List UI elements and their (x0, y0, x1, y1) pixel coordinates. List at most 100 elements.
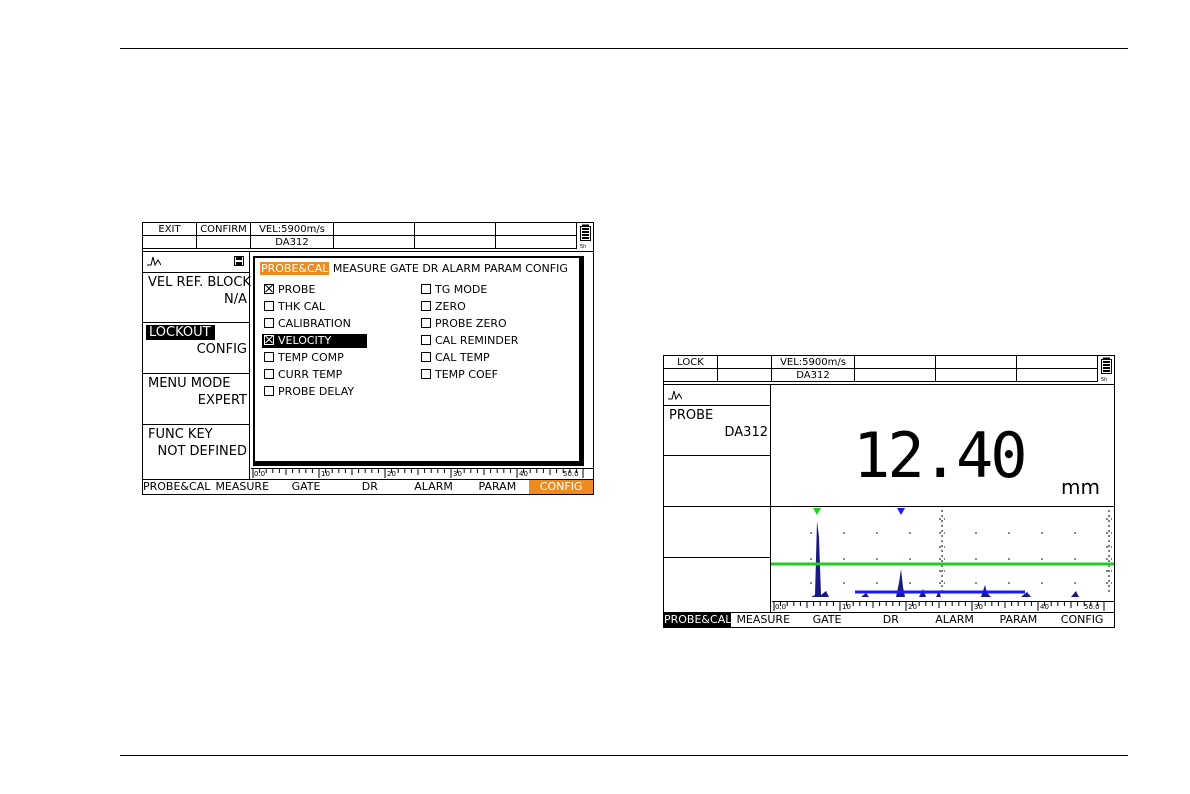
param-func-key[interactable]: FUNC KEY NOT DEFINED (143, 425, 249, 479)
checkbox-label: PROBE ZERO (435, 317, 507, 330)
svg-text:5h: 5h (1101, 377, 1107, 382)
menu-config[interactable]: CONFIG (529, 480, 594, 494)
checkbox-empty-icon (264, 301, 274, 311)
checkbox-empty-icon (421, 301, 431, 311)
velocity-readout: VEL:5900m/s (251, 223, 334, 236)
dialog-tab-config[interactable]: CONFIG (525, 262, 568, 275)
dialog-tab-probe-cal[interactable]: PROBE&CAL (260, 262, 330, 275)
header-slot (415, 223, 496, 236)
checkbox-label: THK CAL (278, 300, 326, 313)
menu-config[interactable]: CONFIG (1050, 613, 1114, 627)
left-header: EXIT CONFIRM VEL:5900m/s DA312 5h (143, 223, 593, 252)
menu-probe-cal[interactable]: PROBE&CAL (664, 613, 732, 627)
header-slot (1017, 369, 1098, 382)
ruler-label: 40 (1040, 603, 1049, 611)
menu-gate[interactable]: GATE (795, 613, 859, 627)
right-device-screen: LOCK VEL:5900m/s DA312 5h PROBE DA312 12… (663, 355, 1115, 628)
menu-measure[interactable]: MEASURE (731, 613, 795, 627)
menu-dr[interactable]: DR (859, 613, 923, 627)
header-slot (936, 369, 1017, 382)
thickness-unit: mm (1061, 475, 1100, 499)
ruler-label: 30 (453, 470, 462, 478)
menu-param[interactable]: PARAM (465, 480, 529, 494)
svg-text:5h: 5h (580, 244, 586, 249)
checkbox-label: PROBE (278, 283, 316, 296)
param-menu-mode[interactable]: MENU MODE EXPERT (143, 374, 249, 425)
header-slot (718, 356, 772, 369)
dialog-tab-gate[interactable]: GATE (390, 262, 419, 275)
ruler-ticks (252, 469, 584, 478)
header-slot (415, 236, 496, 249)
dialog-tab-alarm[interactable]: ALARM (442, 262, 481, 275)
save-icon[interactable] (234, 256, 244, 266)
param-value: DA312 (724, 425, 769, 440)
checkbox-velocity[interactable]: VELOCITY (262, 334, 368, 348)
header-slot (496, 223, 577, 236)
checkbox-zero[interactable]: ZERO (421, 300, 466, 314)
menu-param[interactable]: PARAM (986, 613, 1050, 627)
header-slot (1017, 356, 1098, 369)
checkbox-probe[interactable]: PROBE (264, 283, 315, 297)
depth-ruler: 0.0 10 20 30 40 50.0 (251, 468, 593, 479)
param-lockout[interactable]: LOCKOUT CONFIG (143, 323, 249, 374)
thickness-reading: 12.40 (853, 419, 1028, 492)
exit-button[interactable]: EXIT (143, 223, 197, 236)
checkbox-label: CURR TEMP (278, 368, 343, 381)
battery-icon: 5h (1101, 357, 1112, 382)
menu-probe-cal[interactable]: PROBE&CAL (143, 480, 210, 494)
thickness-display: 12.40 mm (771, 385, 1114, 507)
checkbox-cal-temp[interactable]: CAL TEMP (421, 351, 490, 365)
param-empty-slot[interactable] (664, 558, 770, 612)
right-header: LOCK VEL:5900m/s DA312 5h (664, 356, 1114, 385)
probe-readout: DA312 (251, 236, 334, 249)
param-empty-slot[interactable] (664, 456, 770, 507)
param-title: LOCKOUT (146, 325, 215, 340)
checkbox-cal-reminder[interactable]: CAL REMINDER (421, 334, 518, 348)
checkbox-curr-temp[interactable]: CURR TEMP (264, 368, 342, 382)
checkbox-probe-delay[interactable]: PROBE DELAY (264, 385, 354, 399)
checkbox-temp-coef[interactable]: TEMP COEF (421, 368, 498, 382)
param-empty-slot[interactable] (664, 507, 770, 558)
checkbox-calibration[interactable]: CALIBRATION (264, 317, 351, 331)
param-value: NOT DEFINED (157, 444, 247, 459)
velocity-readout: VEL:5900m/s (772, 356, 855, 369)
param-probe[interactable]: PROBE DA312 (664, 406, 770, 456)
ruler-label: 0.0 (254, 470, 266, 478)
checkbox-empty-icon (421, 284, 431, 294)
menu-dr[interactable]: DR (338, 480, 402, 494)
checkbox-temp-comp[interactable]: TEMP COMP (264, 351, 344, 365)
dialog-tab-dr[interactable]: DR (422, 262, 438, 275)
checkbox-probe-zero[interactable]: PROBE ZERO (421, 317, 507, 331)
dialog-tab-bar: PROBE&CAL MEASURE GATE DR ALARM PARAM CO… (260, 262, 568, 275)
checkbox-empty-icon (421, 335, 431, 345)
probe-readout: DA312 (772, 369, 855, 382)
menu-measure[interactable]: MEASURE (210, 480, 274, 494)
ruler-label: 10 (321, 470, 330, 478)
param-value: N/A (224, 292, 247, 307)
panel-icon-row (664, 385, 770, 406)
param-vel-ref-block[interactable]: VEL REF. BLOCK N/A (143, 273, 251, 323)
bottom-rule (120, 755, 1128, 756)
top-rule (120, 48, 1128, 49)
header-slot (143, 236, 197, 249)
menu-gate[interactable]: GATE (274, 480, 338, 494)
confirm-button[interactable]: CONFIRM (197, 223, 251, 236)
header-slot (334, 223, 415, 236)
checkbox-label: TEMP COEF (435, 368, 498, 381)
lockout-config-dialog: PROBE&CAL MEASURE GATE DR ALARM PARAM CO… (253, 256, 584, 466)
checkbox-checked-icon (264, 284, 274, 294)
panel-icon-row (143, 252, 249, 273)
dialog-tab-param[interactable]: PARAM (484, 262, 522, 275)
menu-alarm[interactable]: ALARM (923, 613, 987, 627)
param-title: PROBE (669, 408, 714, 423)
lock-indicator: LOCK (664, 356, 718, 369)
gate-a-marker-icon (813, 508, 821, 515)
dialog-tab-measure[interactable]: MEASURE (333, 262, 387, 275)
right-bottom-menu: PROBE&CAL MEASURE GATE DR ALARM PARAM CO… (664, 612, 1114, 627)
ruler-label: 50.0 (1084, 603, 1100, 611)
checkbox-thk-cal[interactable]: THK CAL (264, 300, 325, 314)
checkbox-empty-icon (421, 352, 431, 362)
checkbox-checked-icon (264, 335, 274, 345)
menu-alarm[interactable]: ALARM (402, 480, 466, 494)
checkbox-tg-mode[interactable]: TG MODE (421, 283, 487, 297)
